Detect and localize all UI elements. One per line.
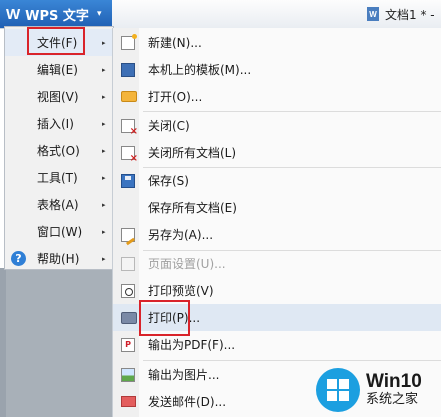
- image-export-icon: [121, 367, 135, 382]
- menu-item-label: 文件(F): [37, 36, 78, 50]
- watermark-title: Win10: [366, 371, 422, 392]
- file-menu-label: 保存所有文档(E): [148, 201, 237, 215]
- new-document-icon: [121, 33, 137, 50]
- document-tab[interactable]: W 文档1 * -: [367, 4, 435, 24]
- menu-item-label: 工具(T): [37, 171, 78, 185]
- menu-item-tools[interactable]: 工具(T) ▸: [5, 164, 113, 191]
- file-menu-templates[interactable]: 本机上的模板(M)...: [113, 56, 441, 83]
- submenu-arrow-icon: ▸: [102, 254, 106, 263]
- menu-item-window[interactable]: 窗口(W) ▸: [5, 218, 113, 245]
- windows-logo-icon: [316, 368, 360, 412]
- menu-item-label: 帮助(H): [37, 252, 80, 266]
- menu-item-label: 编辑(E): [37, 63, 78, 77]
- file-submenu: 新建(N)... 本机上的模板(M)... 打开(O)... 关闭(C) 关闭所…: [112, 28, 441, 417]
- pdf-export-icon: P: [121, 337, 135, 352]
- document-tab-title: 文档1 * -: [385, 7, 435, 22]
- file-menu-label: 页面设置(U)...: [148, 257, 226, 271]
- send-mail-icon: [121, 396, 136, 407]
- submenu-arrow-icon: ▸: [102, 119, 106, 128]
- file-menu-page-setup: 页面设置(U)...: [113, 250, 441, 277]
- menu-item-format[interactable]: 格式(O) ▸: [5, 137, 113, 164]
- submenu-arrow-icon: ▸: [102, 92, 106, 101]
- watermark-subtitle: 系统之家: [366, 392, 419, 407]
- file-menu-save[interactable]: 保存(S): [113, 167, 441, 194]
- file-menu-label: 关闭(C): [148, 119, 190, 133]
- menu-item-label: 格式(O): [37, 144, 80, 158]
- submenu-arrow-icon: ▸: [102, 227, 106, 236]
- submenu-arrow-icon: ▸: [102, 65, 106, 74]
- menu-item-edit[interactable]: 编辑(E) ▸: [5, 56, 113, 83]
- file-menu-label: 新建(N)...: [148, 36, 202, 50]
- app-title: WPS 文字: [25, 8, 89, 24]
- menu-item-help[interactable]: ? 帮助(H) ▸: [5, 245, 113, 272]
- chevron-down-icon: ▾: [96, 9, 102, 19]
- close-all-documents-icon: [121, 145, 138, 164]
- file-menu-label: 打印预览(V): [148, 284, 214, 298]
- template-icon: [121, 62, 135, 77]
- file-menu-label: 输出为图片...: [148, 368, 220, 382]
- file-menu-close[interactable]: 关闭(C): [113, 112, 441, 139]
- file-menu-new[interactable]: 新建(N)...: [113, 29, 441, 56]
- save-icon: [121, 173, 135, 188]
- help-icon: ?: [11, 251, 26, 266]
- save-as-icon: [121, 227, 135, 242]
- main-menu: 文件(F) ▸ 编辑(E) ▸ 视图(V) ▸ 插入(I) ▸ 格式(O) ▸ …: [4, 26, 114, 270]
- file-menu-print-preview[interactable]: 打印预览(V): [113, 277, 441, 304]
- print-preview-icon: [121, 283, 135, 298]
- file-menu-open[interactable]: 打开(O)...: [113, 83, 441, 110]
- watermark: Win10 系统之家: [316, 368, 422, 412]
- menu-item-view[interactable]: 视图(V) ▸: [5, 83, 113, 110]
- submenu-arrow-icon: ▸: [102, 200, 106, 209]
- file-menu-label: 关闭所有文档(L): [148, 146, 237, 160]
- file-menu-close-all[interactable]: 关闭所有文档(L): [113, 139, 441, 166]
- submenu-arrow-icon: ▸: [102, 38, 106, 47]
- file-menu-label: 本机上的模板(M)...: [148, 63, 252, 77]
- printer-icon: [121, 311, 137, 324]
- menu-item-table[interactable]: 表格(A) ▸: [5, 191, 113, 218]
- page-setup-icon: [121, 256, 135, 271]
- menu-item-label: 插入(I): [37, 117, 74, 131]
- submenu-arrow-icon: ▸: [102, 173, 106, 182]
- close-document-icon: [121, 118, 138, 137]
- file-menu-export-pdf[interactable]: P 输出为PDF(F)...: [113, 331, 441, 358]
- file-menu-label: 输出为PDF(F)...: [148, 338, 236, 352]
- submenu-arrow-icon: ▸: [102, 146, 106, 155]
- menu-item-insert[interactable]: 插入(I) ▸: [5, 110, 113, 137]
- file-menu-label: 另存为(A)...: [148, 228, 214, 242]
- file-menu-save-as[interactable]: 另存为(A)...: [113, 221, 441, 248]
- word-document-icon: W: [367, 7, 379, 21]
- file-menu-label: 保存(S): [148, 174, 189, 188]
- file-menu-save-all[interactable]: 保存所有文档(E): [113, 194, 441, 221]
- file-menu-label: 打开(O)...: [148, 90, 203, 104]
- menu-item-label: 视图(V): [37, 90, 79, 104]
- menu-item-label: 窗口(W): [37, 225, 83, 239]
- menu-item-file[interactable]: 文件(F) ▸: [5, 29, 113, 56]
- title-bar: W WPS 文字 ▾ W 文档1 * -: [0, 0, 441, 29]
- file-menu-label: 发送邮件(D)...: [148, 395, 227, 409]
- file-menu-label: 打印(P)...: [148, 311, 201, 325]
- file-menu-print[interactable]: 打印(P)...: [113, 304, 441, 331]
- wps-app-menu-button[interactable]: W WPS 文字 ▾: [0, 0, 112, 28]
- menu-item-label: 表格(A): [37, 198, 79, 212]
- wps-logo-icon: W: [6, 5, 21, 23]
- open-folder-icon: [121, 91, 137, 102]
